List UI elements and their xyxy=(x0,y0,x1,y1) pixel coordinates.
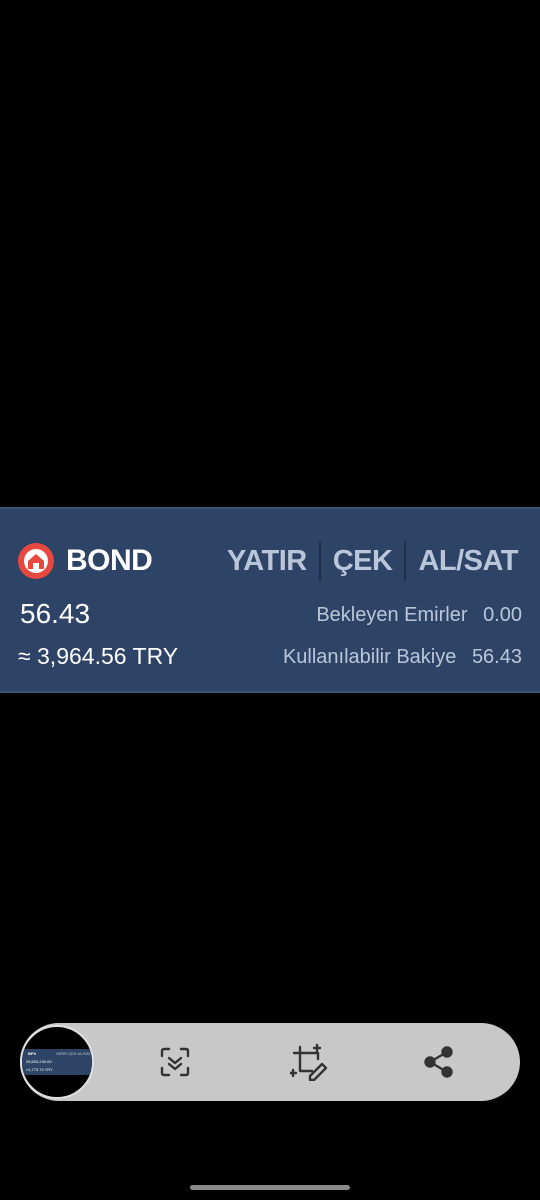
trade-button[interactable]: AL/SAT xyxy=(406,539,518,583)
screen: BOND YATIR ÇEK AL/SAT 56.43 ≈ 3,964.56 T… xyxy=(0,0,540,1200)
crop-edit-icon xyxy=(290,1043,328,1081)
pending-orders-label: Bekleyen Emirler xyxy=(316,604,468,626)
available-balance-row: Kullanılabilir Bakiye 56.43 xyxy=(283,643,522,671)
asset-approx-value: ≈ 3,964.56 TRY xyxy=(18,643,179,669)
withdraw-button[interactable]: ÇEK xyxy=(321,539,405,583)
crop-edit-button[interactable] xyxy=(289,1042,329,1082)
scroll-capture-icon xyxy=(160,1047,190,1077)
home-indicator[interactable] xyxy=(190,1185,350,1190)
bond-coin-icon xyxy=(18,543,54,579)
pending-orders-value: 0.00 xyxy=(483,604,522,626)
pending-orders-row: Bekleyen Emirler 0.00 xyxy=(316,601,522,629)
thumbnail-text: BPX xyxy=(28,1051,37,1056)
asset-balance: 56.43 xyxy=(20,598,91,629)
deposit-button[interactable]: YATIR xyxy=(215,539,319,583)
screenshot-toolbar: BPX VATIR ÇEK AL/SAT 26,603,249.00 ≈1,77… xyxy=(20,1023,520,1101)
thumbnail-text: ≈1,773.74 TRY xyxy=(26,1067,53,1072)
thumbnail-text: VATIR ÇEK AL/SAT xyxy=(56,1051,91,1056)
asset-symbol: BOND xyxy=(66,544,153,577)
scroll-capture-button[interactable] xyxy=(155,1042,195,1082)
available-balance-value: 56.43 xyxy=(471,646,522,668)
asset-card: BOND YATIR ÇEK AL/SAT 56.43 ≈ 3,964.56 T… xyxy=(0,507,540,693)
share-button[interactable] xyxy=(419,1042,459,1082)
asset-actions: YATIR ÇEK AL/SAT xyxy=(215,539,518,583)
share-icon xyxy=(424,1046,453,1078)
screenshot-thumbnail[interactable]: BPX VATIR ÇEK AL/SAT 26,603,249.00 ≈1,77… xyxy=(20,1025,94,1099)
thumbnail-text: 26,603,249.00 xyxy=(26,1059,52,1064)
available-balance-label: Kullanılabilir Bakiye xyxy=(282,646,457,668)
